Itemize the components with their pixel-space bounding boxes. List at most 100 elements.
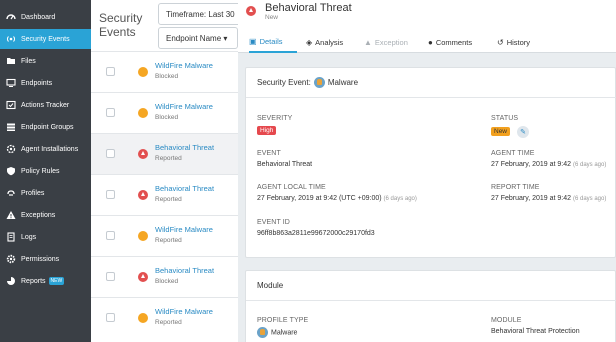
groups-icon	[5, 121, 17, 133]
list-item[interactable]: Behavioral Threat Blocked	[91, 256, 248, 297]
threat-icon	[138, 272, 148, 282]
event-name: WildFire Malware	[155, 307, 213, 316]
sidebar-item-label: Security Events	[21, 35, 70, 43]
details-icon: ▣	[249, 36, 257, 46]
sidebar-item-profiles[interactable]: Profiles	[0, 183, 91, 203]
profile-type-label: PROFILE TYPE	[257, 317, 309, 324]
agent-local-time-label: AGENT LOCAL TIME	[257, 184, 326, 191]
event-name: Behavioral Threat	[155, 266, 215, 275]
sidebar-item-label: Actions Tracker	[21, 101, 70, 109]
malware-icon	[257, 327, 268, 338]
new-badge: NEW	[48, 277, 65, 285]
profiles-icon	[5, 187, 17, 199]
malware-dot-icon	[138, 108, 148, 118]
list-item[interactable]: WildFire Malware Reported	[91, 215, 248, 256]
profile-type-value: Malware	[257, 327, 297, 338]
list-item[interactable]: Behavioral Threat Reported	[91, 133, 248, 174]
row-checkbox[interactable]	[106, 67, 115, 76]
exception-icon: ▲	[364, 37, 372, 47]
threat-icon	[138, 149, 148, 159]
history-icon: ↺	[497, 37, 504, 47]
sidebar-item-label: Profiles	[21, 189, 45, 197]
row-checkbox[interactable]	[106, 313, 115, 322]
sidebar-item-label: Reports	[21, 277, 46, 285]
row-checkbox[interactable]	[106, 108, 115, 117]
tab-analysis[interactable]: ◈ Analysis	[306, 31, 343, 53]
list-item[interactable]: WildFire Malware Blocked	[91, 92, 248, 133]
sidebar-item-permissions[interactable]: Permissions	[0, 249, 91, 269]
event-name: WildFire Malware	[155, 61, 213, 70]
event-detail-panel: Behavioral Threat New ▣ Details ◈ Analys…	[238, 0, 616, 342]
sidebar-item-label: Exceptions	[21, 211, 56, 219]
threat-icon	[246, 6, 256, 16]
edit-status-button[interactable]: ✎	[517, 126, 529, 138]
status-badge: New	[491, 127, 511, 136]
sidebar-item-label: Files	[21, 57, 36, 65]
row-checkbox[interactable]	[106, 190, 115, 199]
sidebar: Dashboard Security Events Files Endpoint…	[0, 0, 91, 342]
monitor-icon	[5, 77, 17, 89]
module-label: MODULE	[491, 317, 522, 324]
agent-local-time-value: 27 February, 2019 at 9:42 (UTC +09:00) (…	[257, 195, 417, 202]
severity-badge: High	[257, 126, 277, 135]
malware-dot-icon	[138, 67, 148, 77]
list-item[interactable]: Behavioral Threat Reported	[91, 174, 248, 215]
severity-label: SEVERITY	[257, 115, 293, 122]
gear-icon	[5, 253, 17, 265]
sidebar-item-reports[interactable]: Reports NEW	[0, 271, 91, 291]
malware-dot-icon	[138, 231, 148, 241]
card-header: Module	[246, 271, 616, 301]
analysis-icon: ◈	[306, 37, 313, 47]
tab-history[interactable]: ↺ History	[497, 31, 530, 53]
row-checkbox[interactable]	[106, 231, 115, 240]
event-name: WildFire Malware	[155, 225, 213, 234]
event-value: Behavioral Threat	[257, 161, 313, 168]
page-title: Security Events	[99, 11, 143, 39]
sidebar-item-agent-installations[interactable]: Agent Installations	[0, 139, 91, 159]
event-status: Blocked	[155, 114, 179, 121]
endpoint-name-filter[interactable]: Endpoint Name ▾	[158, 27, 238, 49]
tab-exception[interactable]: ▲ Exception	[364, 31, 408, 53]
event-status: Reported	[155, 155, 182, 162]
sidebar-item-endpoints[interactable]: Endpoints	[0, 73, 91, 93]
threat-icon	[138, 190, 148, 200]
comment-icon: ●	[428, 37, 433, 47]
event-id-value: 96ff8b863a2811e99672000c29170fd3	[257, 230, 375, 237]
event-status: Reported	[155, 196, 182, 203]
report-time-label: REPORT TIME	[491, 184, 540, 191]
sidebar-item-label: Policy Rules	[21, 167, 60, 175]
list-item[interactable]: WildFire Malware Reported	[91, 297, 248, 338]
agent-icon	[5, 143, 17, 155]
events-list-panel: Security Events Timeframe: Last 30 Endpo…	[91, 0, 249, 342]
sidebar-item-label: Logs	[21, 233, 37, 241]
sidebar-item-exceptions[interactable]: Exceptions	[0, 205, 91, 225]
pie-icon	[5, 275, 17, 287]
sidebar-item-dashboard[interactable]: Dashboard	[0, 7, 91, 27]
sidebar-item-files[interactable]: Files	[0, 51, 91, 71]
event-label: EVENT	[257, 150, 281, 157]
sidebar-item-label: Endpoints	[21, 79, 53, 87]
tab-details[interactable]: ▣ Details	[249, 31, 297, 53]
sidebar-item-label: Dashboard	[21, 13, 56, 21]
sidebar-item-actions-tracker[interactable]: Actions Tracker	[0, 95, 91, 115]
malware-dot-icon	[138, 313, 148, 323]
card-header: Security Event: Malware	[246, 68, 616, 98]
tab-comments[interactable]: ● Comments	[428, 31, 472, 53]
row-checkbox[interactable]	[106, 149, 115, 158]
detail-header: Behavioral Threat New ▣ Details ◈ Analys…	[238, 0, 616, 53]
event-name: Behavioral Threat	[155, 143, 215, 152]
event-id-label: EVENT ID	[257, 219, 290, 226]
sidebar-item-logs[interactable]: Logs	[0, 227, 91, 247]
tracker-icon	[5, 99, 17, 111]
security-event-card: Security Event: Malware SEVERITY High ST…	[245, 67, 616, 258]
event-status: Reported	[155, 319, 182, 326]
status-label: STATUS	[491, 115, 519, 122]
sidebar-item-security-events[interactable]: Security Events	[0, 29, 91, 49]
row-checkbox[interactable]	[106, 272, 115, 281]
sidebar-item-endpoint-groups[interactable]: Endpoint Groups	[0, 117, 91, 137]
warning-icon	[5, 209, 17, 221]
list-item[interactable]: WildFire Malware Blocked	[91, 51, 248, 92]
module-value: Behavioral Threat Protection	[491, 328, 580, 335]
sidebar-item-policy-rules[interactable]: Policy Rules	[0, 161, 91, 181]
timeframe-filter[interactable]: Timeframe: Last 30	[158, 3, 248, 25]
